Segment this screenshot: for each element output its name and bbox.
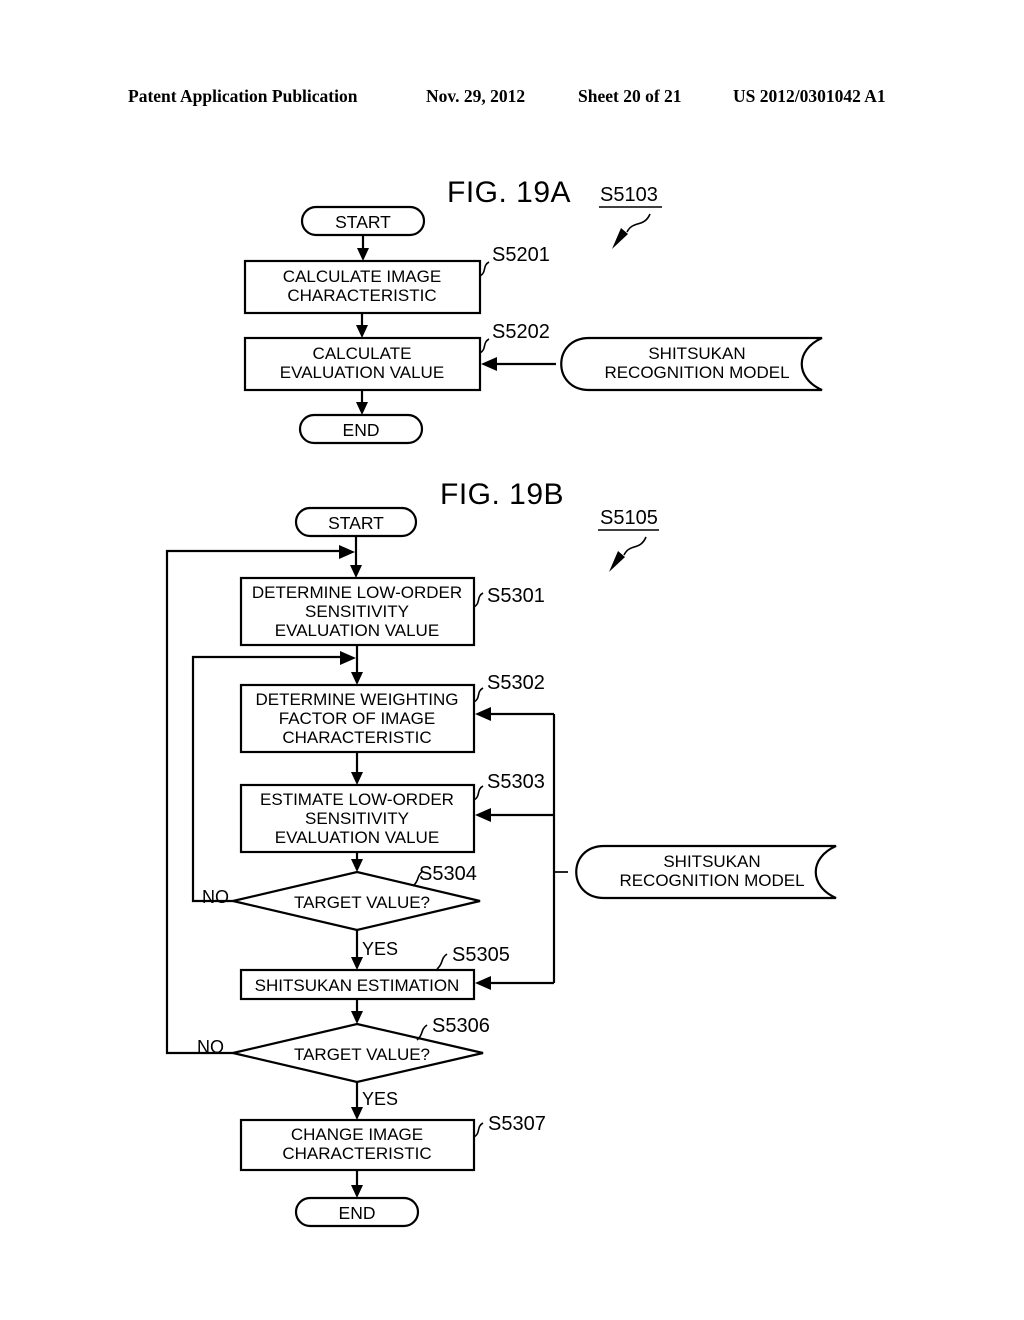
connector-a-model-to-s5202: [481, 357, 556, 371]
node-b-s5303-line3: EVALUATION VALUE: [275, 828, 439, 847]
node-a-model: SHITSUKAN RECOGNITION MODEL: [560, 336, 823, 392]
node-b-model-line2: RECOGNITION MODEL: [619, 871, 804, 890]
node-b-s5305-label: SHITSUKAN ESTIMATION: [255, 976, 460, 995]
refleader-a-s5201: S5201: [479, 244, 550, 277]
node-b-model: SHITSUKAN RECOGNITION MODEL: [575, 844, 837, 900]
node-b-s5305: SHITSUKAN ESTIMATION: [239, 968, 476, 1001]
callout-label-s5103: S5103: [600, 184, 658, 206]
refleader-b-s5303: S5303: [473, 771, 545, 801]
node-a-s5202: CALCULATE EVALUATION VALUE: [243, 336, 482, 392]
connector-b-s5305-to-s5306: [351, 999, 363, 1024]
node-b-s5306-no-label: NO: [197, 1037, 224, 1057]
node-a-s5201-line2: CHARACTERISTIC: [287, 286, 436, 305]
connector-b-s5307-to-end: [351, 1170, 363, 1198]
node-b-model-line1: SHITSUKAN: [663, 852, 760, 871]
callout-leader-line: [623, 536, 647, 556]
node-b-s5301-line2: SENSITIVITY: [305, 602, 409, 621]
refleader-b-s5304: S5304: [412, 863, 477, 887]
node-b-s5304-label: TARGET VALUE?: [294, 893, 430, 912]
node-b-s5301-line3: EVALUATION VALUE: [275, 621, 439, 640]
refleader-b-s5307: S5307: [473, 1113, 546, 1138]
refleader-b-s5302: S5302: [473, 672, 545, 703]
figure-19a-title: FIG. 19A: [447, 176, 571, 209]
node-b-s5307-line1: CHANGE IMAGE: [291, 1125, 423, 1144]
figures-canvas: FIG. 19A S5103 START CALCULATE IMAGE CHA…: [165, 176, 837, 1228]
ref-b-s5302: S5302: [487, 672, 545, 694]
node-a-start: START: [300, 205, 426, 237]
node-b-s5302: DETERMINE WEIGHTING FACTOR OF IMAGE CHAR…: [239, 683, 476, 754]
ref-b-s5303: S5303: [487, 771, 545, 793]
node-b-s5307-line2: CHARACTERISTIC: [282, 1144, 431, 1163]
connector-a-s5201-to-s5202: [356, 313, 368, 338]
ref-b-s5306: S5306: [432, 1015, 490, 1037]
connector-b-s5303-to-s5304: [351, 852, 363, 872]
connector-b-s5301-to-s5302: [351, 645, 363, 685]
node-b-s5304-no-label: NO: [202, 887, 229, 907]
figure-19a: FIG. 19A S5103 START CALCULATE IMAGE CHA…: [243, 176, 823, 445]
refleader-a-s5202: S5202: [479, 321, 550, 354]
figure-19b-callout: S5105: [598, 507, 659, 572]
ref-b-s5307: S5307: [488, 1113, 546, 1135]
node-b-s5304-yes-label: YES: [362, 939, 398, 959]
node-a-end-label: END: [343, 420, 380, 440]
node-a-start-label: START: [335, 212, 391, 232]
node-b-s5303: ESTIMATE LOW-ORDER SENSITIVITY EVALUATIO…: [239, 783, 476, 854]
figure-19b-title: FIG. 19B: [440, 478, 564, 511]
node-a-model-line2: RECOGNITION MODEL: [604, 363, 789, 382]
node-b-s5302-line3: CHARACTERISTIC: [282, 728, 431, 747]
connector-a-s5202-to-end: [356, 390, 368, 415]
node-b-s5301-line1: DETERMINE LOW-ORDER: [252, 583, 462, 602]
figure-19b: FIG. 19B S5105 START DETERMINE LOW-ORDER…: [165, 478, 837, 1228]
node-a-s5201-line1: CALCULATE IMAGE: [283, 267, 441, 286]
figure-19a-callout: S5103: [599, 184, 662, 249]
refleader-b-s5306: S5306: [416, 1015, 490, 1041]
node-b-s5306-label: TARGET VALUE?: [294, 1045, 430, 1064]
node-b-start-label: START: [328, 513, 384, 533]
connector-b-s5302-to-s5303: [351, 752, 363, 785]
callout-label-s5105: S5105: [600, 507, 658, 529]
connector-b-start-to-s5301: [350, 536, 362, 578]
ref-b-s5305: S5305: [452, 944, 510, 966]
patent-figure-page: Patent Application Publication Nov. 29, …: [0, 0, 1024, 1320]
callout-leader-line: [626, 213, 651, 233]
node-b-s5306-yes-label: YES: [362, 1089, 398, 1109]
node-b-s5301: DETERMINE LOW-ORDER SENSITIVITY EVALUATI…: [239, 576, 476, 647]
node-b-start: START: [294, 506, 418, 538]
node-a-end: END: [298, 413, 424, 445]
node-b-s5302-line2: FACTOR OF IMAGE: [279, 709, 435, 728]
callout-arrowhead: [609, 551, 625, 572]
refleader-b-s5301: S5301: [473, 585, 545, 608]
node-b-s5303-line1: ESTIMATE LOW-ORDER: [260, 790, 454, 809]
node-b-s5307: CHANGE IMAGE CHARACTERISTIC: [239, 1118, 476, 1172]
ref-b-s5304: S5304: [419, 863, 477, 885]
ref-b-s5301: S5301: [487, 585, 545, 607]
refleader-b-s5305: S5305: [436, 944, 510, 970]
ref-a-s5202: S5202: [492, 321, 550, 343]
node-b-s5303-line2: SENSITIVITY: [305, 809, 409, 828]
callout-arrowhead: [612, 228, 628, 249]
node-a-model-line1: SHITSUKAN: [648, 344, 745, 363]
node-b-end: END: [294, 1196, 420, 1228]
node-a-s5202-line2: EVALUATION VALUE: [280, 363, 444, 382]
node-a-s5202-line1: CALCULATE: [313, 344, 412, 363]
ref-a-s5201: S5201: [492, 244, 550, 266]
connector-a-start-to-s5201: [357, 235, 369, 261]
node-a-s5201: CALCULATE IMAGE CHARACTERISTIC: [243, 259, 482, 315]
node-b-end-label: END: [339, 1203, 376, 1223]
node-b-s5302-line1: DETERMINE WEIGHTING: [255, 690, 458, 709]
